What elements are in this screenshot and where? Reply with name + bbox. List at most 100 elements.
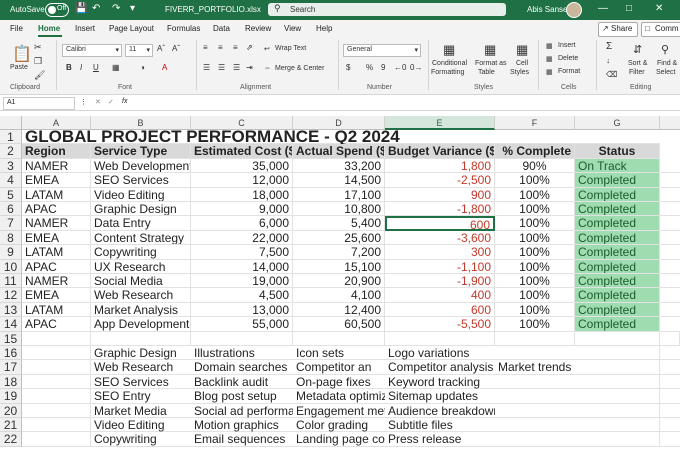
row-header[interactable]: 6 — [0, 202, 22, 216]
task-cell[interactable]: SEO Services — [91, 375, 191, 389]
table-cell[interactable]: LATAM — [22, 303, 91, 317]
row-header[interactable]: 9 — [0, 245, 22, 260]
table-cell[interactable]: Video Editing — [91, 188, 191, 202]
empty-cell[interactable] — [495, 375, 575, 389]
find-select-label-2[interactable]: Select — [656, 69, 675, 76]
table-cell[interactable]: On Track — [575, 159, 660, 173]
indent-icon[interactable]: ⇥ — [246, 63, 253, 72]
task-cell[interactable]: Market trends — [495, 360, 575, 375]
autosum-icon[interactable]: Σ — [606, 41, 612, 52]
task-cell[interactable]: Market Media — [91, 404, 191, 418]
empty-cell[interactable] — [22, 375, 91, 389]
row-header[interactable]: 15 — [0, 332, 22, 346]
fill-icon[interactable]: ↓ — [606, 56, 610, 65]
select-all-corner[interactable] — [0, 116, 22, 130]
increase-decimal-icon[interactable]: ←0 — [394, 63, 406, 72]
underline-icon[interactable]: U — [93, 63, 99, 72]
table-cell[interactable]: 100% — [495, 173, 575, 188]
empty-cell[interactable] — [660, 375, 680, 389]
align-middle-icon[interactable]: ≡ — [218, 43, 223, 52]
table-cell[interactable]: 100% — [495, 202, 575, 216]
empty-cell[interactable] — [495, 332, 575, 346]
comments-button[interactable]: □ Comm — [641, 22, 680, 37]
table-cell[interactable]: 20,900 — [293, 274, 385, 288]
insert-cells-button[interactable]: Insert — [558, 42, 576, 49]
empty-cell[interactable] — [22, 346, 91, 360]
table-cell[interactable]: 100% — [495, 188, 575, 202]
fill-color-icon[interactable]: ◑ — [140, 63, 145, 72]
cell-styles-label-2[interactable]: Styles — [510, 69, 529, 76]
font-color-icon[interactable]: A — [162, 63, 167, 72]
empty-cell[interactable] — [91, 332, 191, 346]
table-cell[interactable]: 300 — [385, 245, 495, 260]
empty-cell[interactable] — [495, 389, 575, 404]
task-cell[interactable]: On-page fixes — [293, 375, 385, 389]
table-cell[interactable]: 60,500 — [293, 317, 385, 332]
empty-cell[interactable] — [495, 346, 575, 360]
empty-cell[interactable] — [660, 260, 680, 274]
currency-icon[interactable]: $ — [346, 63, 350, 72]
empty-cell[interactable] — [575, 404, 660, 418]
restore-icon[interactable]: □ — [626, 3, 632, 14]
table-cell[interactable]: -1,100 — [385, 260, 495, 274]
borders-icon[interactable]: ▦ — [112, 63, 120, 72]
task-cell[interactable]: Competitor an — [293, 360, 385, 375]
table-cell[interactable]: Completed — [575, 188, 660, 202]
empty-cell[interactable] — [660, 332, 680, 346]
column-label[interactable]: Budget Variance ($) — [385, 144, 495, 159]
menu-data[interactable]: Data — [213, 24, 230, 33]
empty-cell[interactable] — [660, 303, 680, 317]
table-cell[interactable]: Completed — [575, 231, 660, 245]
table-cell[interactable]: UX Research — [91, 260, 191, 274]
table-cell[interactable]: LATAM — [22, 188, 91, 202]
row-header[interactable]: 8 — [0, 231, 22, 245]
table-cell[interactable]: LATAM — [22, 245, 91, 260]
empty-cell[interactable] — [660, 231, 680, 245]
table-cell[interactable]: 600 — [385, 216, 495, 231]
table-cell[interactable]: 35,000 — [191, 159, 293, 173]
table-cell[interactable]: -1,800 — [385, 202, 495, 216]
table-cell[interactable]: -5,500 — [385, 317, 495, 332]
table-cell[interactable]: NAMER — [22, 159, 91, 173]
table-cell[interactable]: 100% — [495, 303, 575, 317]
empty-cell[interactable] — [660, 202, 680, 216]
row-header[interactable]: 7 — [0, 216, 22, 231]
table-cell[interactable]: EMEA — [22, 173, 91, 188]
cut-icon[interactable]: ✂ — [34, 42, 42, 53]
table-cell[interactable]: 100% — [495, 260, 575, 274]
task-cell[interactable]: Logo variations — [385, 346, 495, 360]
empty-cell[interactable] — [660, 346, 680, 360]
table-cell[interactable]: SEO Services — [91, 173, 191, 188]
cancel-icon[interactable]: ✕ — [95, 98, 101, 106]
table-cell[interactable]: Web Development — [91, 159, 191, 173]
undo-icon[interactable]: ↶ — [92, 3, 100, 14]
table-cell[interactable]: 100% — [495, 317, 575, 332]
table-cell[interactable]: Completed — [575, 173, 660, 188]
row-header[interactable]: 18 — [0, 375, 22, 389]
table-cell[interactable]: 17,100 — [293, 188, 385, 202]
task-cell[interactable]: Video Editing — [91, 418, 191, 432]
paste-button[interactable]: Paste — [10, 64, 28, 71]
row-header[interactable]: 17 — [0, 360, 22, 375]
empty-cell[interactable] — [575, 418, 660, 432]
search-box[interactable]: ⚲ Search — [268, 3, 506, 16]
table-cell[interactable]: Completed — [575, 216, 660, 231]
empty-cell[interactable] — [575, 346, 660, 360]
decrease-font-icon[interactable]: Aˇ — [172, 44, 180, 53]
row-header[interactable]: 12 — [0, 288, 22, 303]
column-header-e[interactable]: E — [385, 116, 495, 130]
paste-icon[interactable]: 📋 — [12, 44, 32, 64]
format-painter-icon[interactable]: 🖌 — [34, 70, 45, 81]
table-cell[interactable]: 19,000 — [191, 274, 293, 288]
name-box[interactable]: A1 — [3, 97, 75, 110]
empty-cell[interactable] — [660, 288, 680, 303]
table-cell[interactable]: Content Strategy — [91, 231, 191, 245]
table-cell[interactable]: 100% — [495, 231, 575, 245]
format-cells-button[interactable]: Format — [558, 68, 580, 75]
table-cell[interactable]: APAC — [22, 317, 91, 332]
task-cell[interactable]: Keyword tracking — [385, 375, 495, 389]
table-cell[interactable]: Data Entry — [91, 216, 191, 231]
table-cell[interactable]: 900 — [385, 188, 495, 202]
column-label[interactable]: % Complete — [495, 144, 575, 159]
empty-cell[interactable] — [575, 389, 660, 404]
